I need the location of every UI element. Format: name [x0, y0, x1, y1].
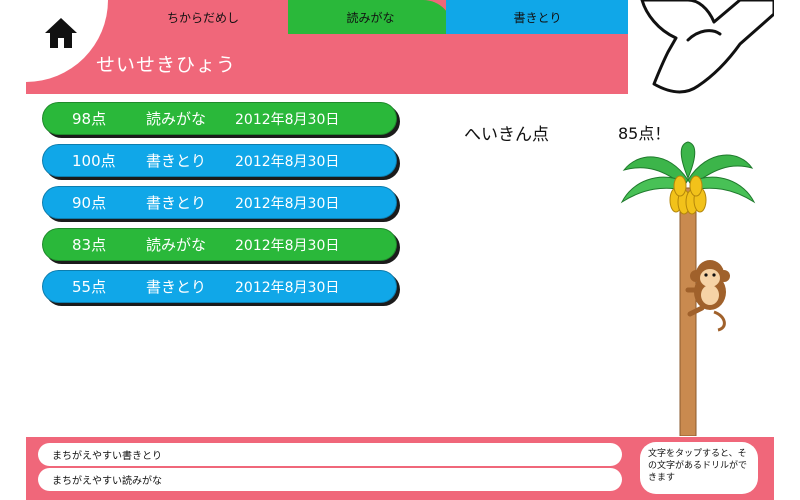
test-type: 読みがな: [146, 236, 207, 254]
filter-reading-label: まちがえやすい読みがな: [52, 476, 162, 487]
tab-challenge[interactable]: ちからだめし: [108, 0, 298, 34]
score-value: 100点: [72, 152, 116, 170]
average-label: へいきん点: [464, 125, 549, 145]
test-type: 読みがな: [146, 110, 207, 128]
score-value: 98点: [72, 110, 107, 128]
frequent-mistakes-reading-button[interactable]: まちがえやすい読みがな: [38, 468, 622, 491]
score-list: 98点 読みがな 2012年8月30日 100点 書きとり 2012年8月30日…: [42, 102, 397, 312]
test-type: 書きとり: [146, 278, 207, 296]
tab-writing[interactable]: 書きとり: [446, 0, 629, 34]
test-date: 2012年8月30日: [235, 111, 340, 128]
filter-writing-label: まちがえやすい書きとり: [52, 451, 162, 462]
home-icon[interactable]: [44, 16, 78, 50]
score-row[interactable]: 98点 読みがな 2012年8月30日: [42, 102, 397, 135]
score-value: 55点: [72, 278, 107, 296]
hint-box: 文字をタップすると、その文字があるドリルができます: [640, 442, 758, 494]
test-type: 書きとり: [146, 194, 207, 212]
frequent-mistakes-writing-button[interactable]: まちがえやすい書きとり: [38, 443, 622, 466]
score-value: 90点: [72, 194, 107, 212]
tab-reading[interactable]: 読みがな: [288, 0, 453, 34]
page-title: せいせきひょう: [96, 54, 237, 76]
score-row[interactable]: 90点 書きとり 2012年8月30日: [42, 186, 397, 219]
score-row[interactable]: 100点 書きとり 2012年8月30日: [42, 144, 397, 177]
tab-writing-label: 書きとり: [513, 10, 562, 25]
hand-area: [628, 0, 774, 94]
pointing-hand-icon: [640, 0, 774, 94]
score-value: 83点: [72, 236, 107, 254]
score-row[interactable]: 55点 書きとり 2012年8月30日: [42, 270, 397, 303]
test-date: 2012年8月30日: [235, 195, 340, 212]
test-date: 2012年8月30日: [235, 237, 340, 254]
score-row[interactable]: 83点 読みがな 2012年8月30日: [42, 228, 397, 261]
test-date: 2012年8月30日: [235, 153, 340, 170]
hint-text: 文字をタップすると、その文字があるドリルができます: [648, 449, 748, 483]
test-date: 2012年8月30日: [235, 279, 340, 296]
tab-reading-label: 読みがな: [346, 10, 395, 25]
palm-tree-icon: [620, 141, 756, 436]
tab-challenge-label: ちからだめし: [166, 10, 239, 25]
test-type: 書きとり: [146, 152, 207, 170]
